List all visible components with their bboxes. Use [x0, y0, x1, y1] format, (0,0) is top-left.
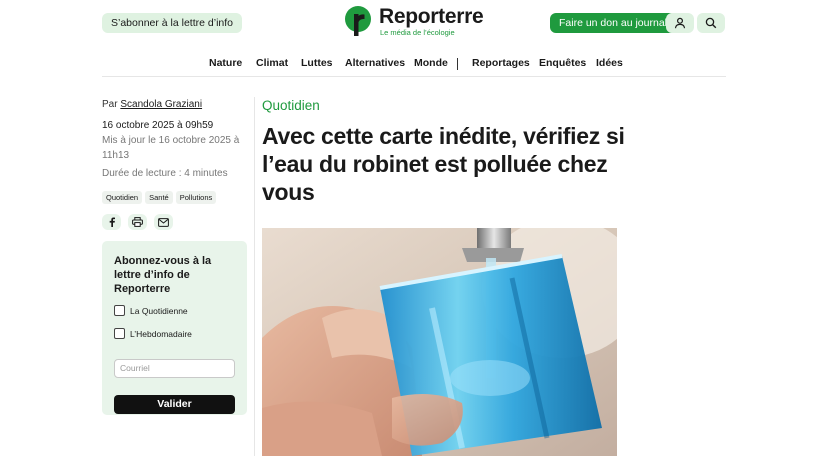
search-button[interactable]	[697, 13, 725, 33]
validate-button[interactable]: Valider	[114, 395, 235, 414]
account-button[interactable]	[666, 13, 694, 33]
facebook-icon	[109, 217, 115, 227]
print-icon	[132, 217, 143, 227]
nav-item-enquetes[interactable]: Enquêtes	[539, 57, 586, 69]
share-email-button[interactable]	[154, 214, 173, 230]
column-divider	[254, 97, 255, 456]
byline-prefix: Par	[102, 99, 118, 110]
newsletter-signup: Abonnez-vous à la lettre d’info de Repor…	[102, 241, 247, 415]
article-category[interactable]: Quotidien	[262, 98, 320, 113]
option-hebdomadaire[interactable]: L’Hebdomadaire	[114, 328, 235, 339]
byline: Par Scandola Graziani	[102, 99, 247, 110]
author-link[interactable]: Scandola Graziani	[120, 99, 202, 110]
email-field[interactable]: Courriel	[114, 359, 235, 378]
search-icon	[705, 17, 717, 29]
nav-item-luttes[interactable]: Luttes	[301, 57, 333, 69]
checkbox-quotidienne[interactable]	[114, 305, 125, 316]
nav-item-alternatives[interactable]: Alternatives	[345, 57, 405, 69]
email-icon	[158, 217, 169, 227]
nav-separator	[457, 58, 458, 70]
publish-date: 16 octobre 2025 à 09h59	[102, 120, 214, 131]
option-quotidienne[interactable]: La Quotidienne	[114, 305, 235, 316]
nav-item-reportages[interactable]: Reportages	[472, 57, 530, 69]
tag-list: Quotidien Santé Pollutions	[102, 191, 247, 204]
tag-quotidien[interactable]: Quotidien	[102, 191, 143, 204]
header-divider	[102, 76, 726, 77]
share-facebook-button[interactable]	[102, 214, 121, 230]
main-nav: Nature Climat Luttes Alternatives Monde …	[0, 57, 828, 71]
tag-pollutions[interactable]: Pollutions	[175, 191, 217, 204]
user-icon	[674, 17, 686, 29]
nav-item-nature[interactable]: Nature	[209, 57, 242, 69]
option-hebdomadaire-label: L’Hebdomadaire	[130, 328, 192, 339]
article-hero-image	[262, 228, 617, 456]
logo-name: Reporterre	[379, 5, 484, 28]
update-date: Mis à jour le 16 octobre 2025 à 11h13	[102, 135, 240, 161]
tag-sante[interactable]: Santé	[145, 191, 173, 204]
site-logo[interactable]: Reporterre Le média de l’écologie	[345, 5, 484, 38]
water-glass-illustration	[262, 228, 617, 456]
print-button[interactable]	[128, 214, 147, 230]
checkbox-hebdomadaire[interactable]	[114, 328, 125, 339]
nav-item-idees[interactable]: Idées	[596, 57, 623, 69]
subscribe-newsletter-button[interactable]: S’abonner à la lettre d’info	[102, 13, 242, 33]
nav-item-monde[interactable]: Monde	[414, 57, 448, 69]
article-title: Avec cette carte inédite, vérifiez si l’…	[262, 123, 625, 205]
newsletter-title: Abonnez-vous à la lettre d’info de Repor…	[114, 255, 212, 295]
article-meta: Par Scandola Graziani 16 octobre 2025 à …	[102, 99, 247, 230]
logo-mark-icon	[345, 6, 371, 36]
donate-button[interactable]: Faire un don au journal	[550, 13, 676, 33]
option-quotidienne-label: La Quotidienne	[130, 305, 188, 316]
reading-time: Durée de lecture : 4 minutes	[102, 168, 228, 179]
logo-tagline: Le média de l’écologie	[380, 28, 455, 37]
nav-item-climat[interactable]: Climat	[256, 57, 288, 69]
share-bar	[102, 214, 247, 230]
